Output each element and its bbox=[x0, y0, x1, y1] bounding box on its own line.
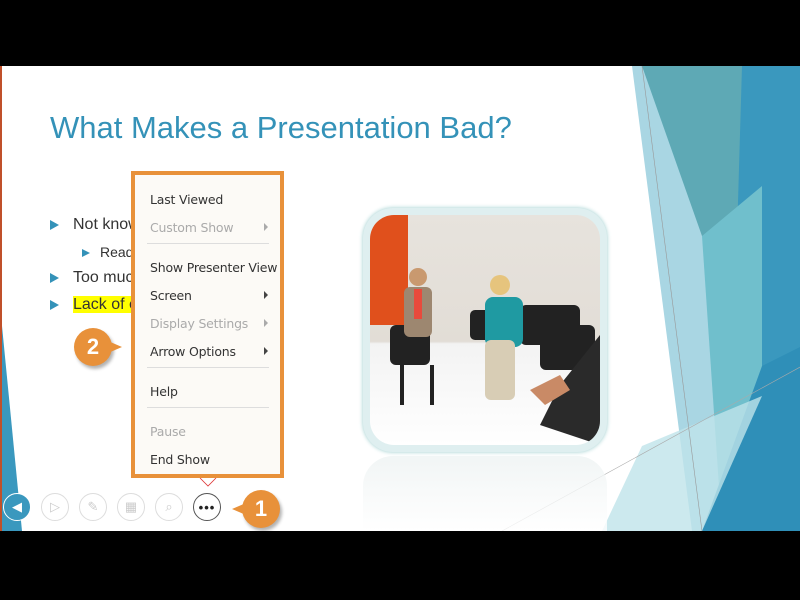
menu-pointer bbox=[199, 478, 217, 487]
menu-item-arrow-options[interactable]: Arrow Options bbox=[150, 344, 268, 359]
step-callout-2: 2 bbox=[74, 328, 122, 366]
menu-item-help[interactable]: Help bbox=[150, 384, 178, 399]
pen-button[interactable]: ✎ bbox=[79, 493, 107, 521]
bullet-triangle-icon bbox=[82, 249, 90, 258]
bullet-item: Not know bbox=[50, 216, 140, 234]
menu-item-display-settings: Display Settings bbox=[150, 316, 268, 331]
slide-title: What Makes a Presentation Bad? bbox=[50, 110, 512, 145]
menu-item-pause: Pause bbox=[150, 424, 186, 439]
menu-item-label: Arrow Options bbox=[150, 344, 236, 359]
menu-item-label: Last Viewed bbox=[150, 192, 224, 207]
menu-item-label: Custom Show bbox=[150, 220, 234, 235]
menu-item-screen[interactable]: Screen bbox=[150, 288, 268, 303]
previous-icon: ◀ bbox=[12, 499, 22, 514]
callout-label: 2 bbox=[86, 334, 100, 359]
next-slide-button[interactable]: ▷ bbox=[41, 493, 69, 521]
bullet-triangle-icon bbox=[50, 219, 59, 230]
photo-reflection bbox=[363, 456, 607, 531]
submenu-arrow-icon bbox=[264, 319, 268, 327]
zoom-icon: ⌕ bbox=[165, 499, 173, 514]
menu-separator bbox=[147, 407, 269, 408]
pen-icon: ✎ bbox=[87, 499, 99, 514]
menu-item-label: Pause bbox=[150, 424, 186, 439]
menu-item-show-presenter-view[interactable]: Show Presenter View bbox=[150, 260, 277, 275]
menu-item-last-viewed[interactable]: Last Viewed bbox=[150, 192, 223, 207]
menu-item-label: Show Presenter View bbox=[150, 260, 278, 275]
bullet-item: Read bbox=[82, 244, 133, 260]
zoom-button[interactable]: ⌕ bbox=[155, 493, 183, 521]
more-options-icon: ••• bbox=[198, 499, 216, 515]
callout-label: 1 bbox=[254, 496, 268, 521]
menu-item-label: Help bbox=[150, 384, 178, 399]
previous-slide-button[interactable]: ◀ bbox=[3, 493, 31, 521]
menu-item-custom-show: Custom Show bbox=[150, 220, 268, 235]
menu-separator bbox=[147, 367, 269, 368]
bullet-text: Too muc bbox=[73, 269, 134, 286]
menu-item-label: End Show bbox=[150, 452, 210, 467]
audience-sleeping-illustration bbox=[370, 215, 600, 445]
see-all-slides-icon: ▦ bbox=[124, 499, 138, 514]
callout-pointer bbox=[232, 503, 246, 515]
submenu-arrow-icon bbox=[264, 291, 268, 299]
menu-item-label: Screen bbox=[150, 288, 192, 303]
step-callout-1: 1 bbox=[232, 490, 280, 528]
next-icon: ▷ bbox=[50, 499, 60, 514]
submenu-arrow-icon bbox=[264, 347, 268, 355]
callout-pointer bbox=[108, 341, 122, 353]
bullet-text: Lack of e bbox=[73, 296, 138, 313]
submenu-arrow-icon bbox=[264, 223, 268, 231]
slideshow-context-menu: Last Viewed Custom Show Show Presenter V… bbox=[131, 171, 284, 478]
bullet-text: Not know bbox=[73, 216, 140, 233]
slide-photo bbox=[363, 208, 607, 452]
bullet-triangle-icon bbox=[50, 272, 59, 283]
bullet-triangle-icon bbox=[50, 299, 59, 310]
menu-item-label: Display Settings bbox=[150, 316, 249, 331]
more-options-button[interactable]: ••• bbox=[193, 493, 221, 521]
see-all-slides-button[interactable]: ▦ bbox=[117, 493, 145, 521]
bullet-item: Lack of e bbox=[50, 296, 138, 314]
menu-separator bbox=[147, 243, 269, 244]
bullet-text: Read bbox=[100, 244, 134, 260]
bullet-item: Too muc bbox=[50, 269, 133, 287]
slide: What Makes a Presentation Bad? Not know … bbox=[0, 66, 800, 531]
menu-item-end-show[interactable]: End Show bbox=[150, 452, 210, 467]
